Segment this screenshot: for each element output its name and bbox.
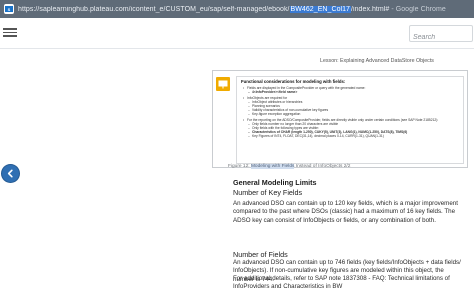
slide-body: Functional considerations for modeling w… [236, 76, 464, 164]
section-title: General Modeling Limits [233, 178, 317, 187]
url-prefix: https://saplearninghub.plateau.com/icont… [18, 5, 290, 13]
slide-bullet: 4<InfoProvider><field name> [247, 90, 459, 94]
window-title-bar: S https://saplearninghub.plateau.com/ico… [0, 0, 474, 18]
paragraph-sap-note: For additional details, refer to SAP not… [233, 275, 450, 291]
caption-suffix: Instead of InfoObjects 2/2 [294, 164, 351, 169]
caption-prefix: Figure 12: [228, 164, 251, 169]
back-button[interactable] [2, 165, 19, 182]
lesson-heading: Lesson: Explaining Advanced DataStore Ob… [320, 58, 434, 64]
subsection-title-fields: Number of Fields [233, 250, 288, 259]
paragraph-key-fields: An advanced DSO can contain up to 120 ke… [233, 200, 458, 224]
figure-caption: Figure 12: Modeling with Fields Instead … [228, 164, 350, 169]
hamburger-menu-icon[interactable] [3, 26, 17, 40]
slide-bullet: Key Figures of INT4, FLOAT, DEC(31,14), … [247, 134, 459, 138]
slide-bullets: Fields are displayed in the CompositePro… [241, 86, 459, 138]
url-selected-segment: BW462_EN_Col17 [289, 5, 352, 13]
slide-bullet: Key-figure exception aggregation [247, 112, 459, 116]
presentation-icon [216, 77, 230, 91]
sap-favicon-icon: S [4, 4, 14, 14]
window-url[interactable]: https://saplearninghub.plateau.com/icont… [18, 5, 446, 13]
slide-title: Functional considerations for modeling w… [241, 79, 346, 84]
svg-text:S: S [8, 7, 11, 12]
browser-name: - Google Chrome [389, 5, 446, 13]
app-header [0, 18, 474, 49]
chevron-left-icon [7, 169, 13, 178]
subsection-title-key-fields: Number of Key Fields [233, 188, 303, 197]
url-suffix: /index.html# [351, 5, 390, 13]
caption-highlight: Modeling with Fields [250, 164, 295, 169]
search-input[interactable] [410, 30, 474, 45]
figure-slide: Functional considerations for modeling w… [212, 70, 468, 168]
search-box[interactable] [409, 25, 474, 45]
